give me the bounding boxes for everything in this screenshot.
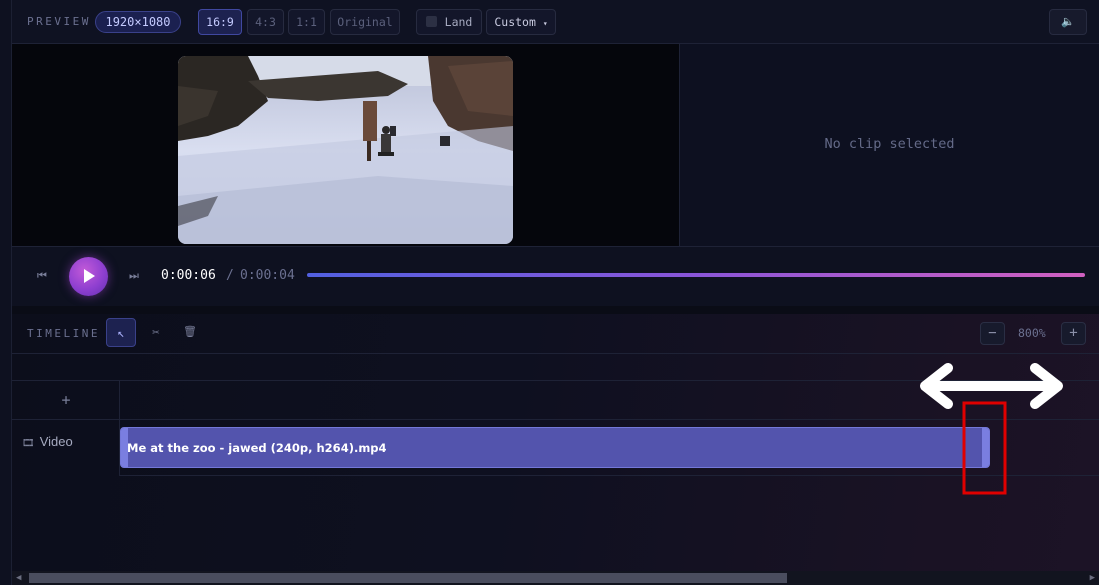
- no-clip-message: No clip selected: [824, 136, 955, 152]
- play-icon: [84, 269, 95, 283]
- aspect-16-9-button[interactable]: 16:9: [198, 9, 242, 35]
- clip-title: Me at the zoo - jawed (240p, h264).mp4: [127, 441, 387, 455]
- chevron-down-icon: ▾: [542, 19, 548, 28]
- skip-back-icon[interactable]: ⏮: [37, 269, 47, 283]
- aspect-4-3-button[interactable]: 4:3: [247, 9, 284, 35]
- horizontal-scrollbar[interactable]: ◀ ▶: [12, 571, 1099, 585]
- video-preview-frame[interactable]: [178, 56, 513, 244]
- select-tool-icon[interactable]: ↖: [106, 318, 136, 347]
- track-label-video: 🎞 Video: [22, 434, 73, 449]
- timeline-header: TIMELINE ↖ ✂ 🗑 − 800% +: [12, 314, 1099, 354]
- current-time: 0:00:06: [161, 268, 216, 283]
- film-icon: 🎞: [22, 438, 35, 449]
- landscape-toggle[interactable]: Land: [416, 9, 482, 35]
- video-frame-image: [178, 56, 513, 244]
- preview-toolbar: PREVIEW 1920×1080 16:9 4:3 1:1 Original …: [12, 0, 1099, 44]
- scissors-icon[interactable]: ✂: [141, 318, 171, 347]
- scrollbar-thumb[interactable]: [29, 573, 787, 583]
- add-track-button[interactable]: +: [12, 381, 120, 420]
- preview-canvas: [12, 44, 679, 246]
- playback-bar: ⏮ ⏭ 0:00:06 / 0:00:04: [12, 246, 1099, 306]
- scroll-left-icon[interactable]: ◀: [16, 571, 21, 585]
- timeline-label: TIMELINE: [27, 327, 100, 340]
- skip-forward-icon[interactable]: ⏭: [129, 269, 139, 283]
- trash-icon[interactable]: 🗑: [175, 318, 205, 347]
- checkbox-icon: [425, 16, 437, 27]
- clip-trim-handle-right[interactable]: [982, 428, 989, 467]
- empty-lane[interactable]: [120, 381, 1099, 420]
- landscape-label: Land: [444, 15, 473, 29]
- zoom-out-button[interactable]: −: [980, 322, 1005, 345]
- play-button[interactable]: [69, 257, 108, 296]
- preview-label: PREVIEW: [27, 15, 91, 28]
- aspect-original-button[interactable]: Original: [330, 9, 400, 35]
- duration-time: 0:00:04: [240, 268, 295, 283]
- resolution-badge[interactable]: 1920×1080: [95, 11, 181, 33]
- custom-label: Custom: [494, 15, 536, 29]
- playback-scrubber[interactable]: [307, 273, 1085, 277]
- track-name: Video: [39, 434, 73, 449]
- track-headers: + 🎞 Video: [12, 381, 120, 476]
- zoom-level: 800%: [1018, 326, 1046, 340]
- video-lane[interactable]: Me at the zoo - jawed (240p, h264).mp4: [120, 420, 1099, 476]
- video-clip[interactable]: Me at the zoo - jawed (240p, h264).mp4: [120, 427, 990, 468]
- aspect-1-1-button[interactable]: 1:1: [288, 9, 325, 35]
- inspector-panel: No clip selected: [679, 44, 1099, 246]
- panel-divider: [12, 306, 1099, 314]
- timeline-ruler[interactable]: [12, 354, 1099, 381]
- speaker-icon[interactable]: 🔈: [1049, 9, 1087, 35]
- time-separator: /: [226, 268, 234, 283]
- zoom-in-button[interactable]: +: [1061, 322, 1086, 345]
- scroll-right-icon[interactable]: ▶: [1090, 571, 1095, 585]
- left-rail: [0, 0, 12, 585]
- timeline-panel: TIMELINE ↖ ✂ 🗑 − 800% + + 🎞 Video Me at t…: [12, 314, 1099, 585]
- custom-dropdown[interactable]: Custom ▾: [486, 9, 556, 35]
